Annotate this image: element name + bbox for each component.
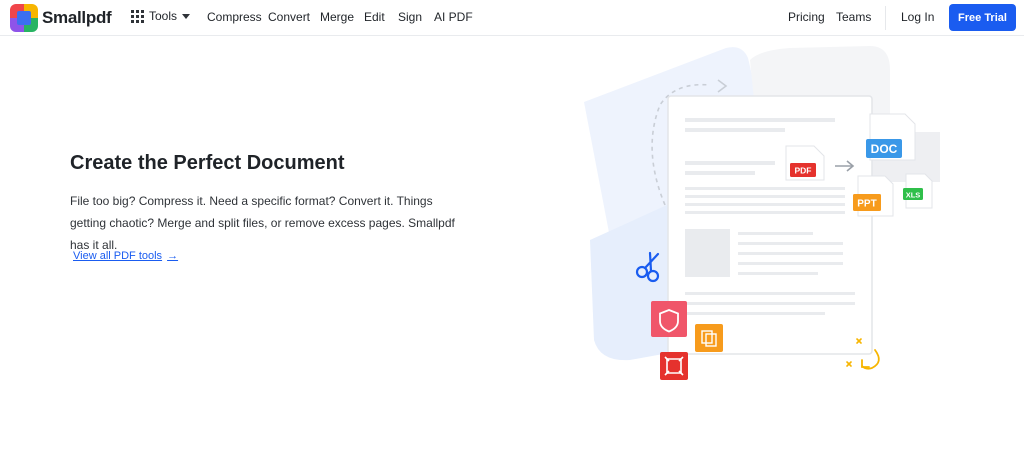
pdf-file-icon: PDF [785,145,825,181]
doc-file-icon: DOC [866,113,916,161]
hero-illustration: PDF DOC PPT XLS [570,40,950,390]
hero-description: File too big? Compress it. Need a specif… [70,194,455,252]
chevron-down-icon [182,14,191,19]
doc-badge: DOC [871,142,898,156]
view-all-tools-label: View all PDF tools [73,250,163,262]
top-navbar: Smallpdf Tools Compress Convert Merge Ed… [0,0,1024,36]
smallpdf-logo-icon [10,4,38,32]
nav-pricing[interactable]: Pricing [788,10,825,24]
shield-icon [651,301,687,337]
hero-title: Create the Perfect Document [70,152,345,174]
ppt-badge: PPT [857,199,876,210]
brand-name: Smallpdf [42,8,112,27]
nav-compress[interactable]: Compress [207,10,262,24]
crop-icon [660,352,688,380]
xls-badge: XLS [906,191,921,200]
nav-ai-pdf[interactable]: AI PDF [434,10,473,24]
xls-file-icon: XLS [903,173,933,209]
view-all-tools-link[interactable]: View all PDF tools → [73,250,178,262]
nav-convert[interactable]: Convert [268,10,310,24]
tools-menu-button[interactable]: Tools [131,9,191,23]
compress-icon [695,324,723,352]
document-illustration: PDF DOC PPT XLS [584,46,940,380]
arrow-right-icon: → [167,250,179,262]
tools-label: Tools [149,9,178,23]
nav-edit[interactable]: Edit [364,10,385,24]
document-page [667,95,873,355]
logo-link[interactable]: Smallpdf [10,4,112,32]
nav-teams[interactable]: Teams [836,10,871,24]
nav-divider [885,6,886,30]
pdf-badge: PDF [795,166,812,176]
login-link[interactable]: Log In [901,10,934,24]
nav-merge[interactable]: Merge [320,10,354,24]
ppt-file-icon: PPT [853,175,894,217]
grid-icon [131,9,144,23]
free-trial-button[interactable]: Free Trial [949,4,1016,31]
nav-sign[interactable]: Sign [398,10,422,24]
